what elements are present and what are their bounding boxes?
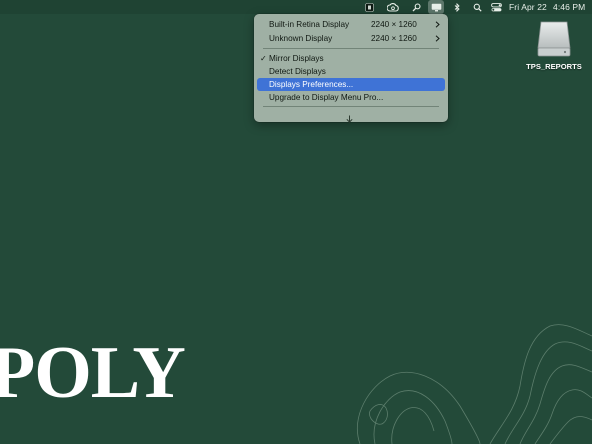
resolution-value: 2240 × 1260: [371, 20, 417, 29]
menu-item-label: Detect Displays: [269, 67, 326, 76]
menu-item-detect-displays[interactable]: Detect Displays: [257, 65, 445, 78]
menu-item-label: Displays Preferences...: [269, 80, 354, 89]
topographic-lines-decoration: [356, 324, 592, 444]
display-dropdown-menu: Built-in Retina Display 2240 × 1260 Unkn…: [254, 14, 448, 123]
wallpaper-brand-text: POLY: [0, 332, 186, 414]
dark-app-icon[interactable]: [363, 0, 375, 14]
control-center-icon[interactable]: [489, 0, 503, 14]
menu-bar: Fri Apr 22 4:46 PM: [0, 0, 592, 14]
menu-item-upgrade-pro[interactable]: Upgrade to Display Menu Pro...: [257, 91, 445, 104]
chevron-right-icon: [435, 21, 440, 30]
menu-item-label: Upgrade to Display Menu Pro...: [269, 93, 384, 102]
display-menu-icon[interactable]: [428, 0, 444, 14]
menu-separator: [263, 106, 439, 107]
clock-date[interactable]: Fri Apr 22: [509, 0, 551, 14]
scroll-down-arrow-icon[interactable]: [346, 110, 353, 128]
menu-item-displays-preferences[interactable]: Displays Preferences...: [257, 78, 445, 91]
menu-item-label: Built-in Retina Display: [269, 20, 350, 29]
menu-item-label: Unknown Display: [269, 34, 333, 43]
menu-item-mirror-displays[interactable]: ✓ Mirror Displays: [257, 52, 445, 65]
chevron-right-icon: [435, 35, 440, 44]
external-drive-icon: [537, 21, 571, 57]
bluetooth-icon[interactable]: [452, 0, 462, 14]
desktop-drive[interactable]: TPS_REPORTS: [524, 20, 584, 76]
menu-item-label: Mirror Displays: [269, 54, 324, 63]
checkmark-icon: ✓: [260, 54, 267, 63]
menu-separator: [263, 48, 439, 49]
spotlight-search-icon[interactable]: [471, 0, 483, 14]
search-tool-icon[interactable]: [410, 0, 422, 14]
menu-item-unknown-display[interactable]: Unknown Display 2240 × 1260: [257, 32, 445, 45]
resolution-value: 2240 × 1260: [371, 34, 417, 43]
menu-item-built-in-retina-display[interactable]: Built-in Retina Display 2240 × 1260: [257, 18, 445, 31]
creative-cloud-icon[interactable]: [386, 0, 400, 14]
clock-time[interactable]: 4:46 PM: [553, 0, 587, 14]
drive-label: TPS_REPORTS: [526, 62, 582, 71]
